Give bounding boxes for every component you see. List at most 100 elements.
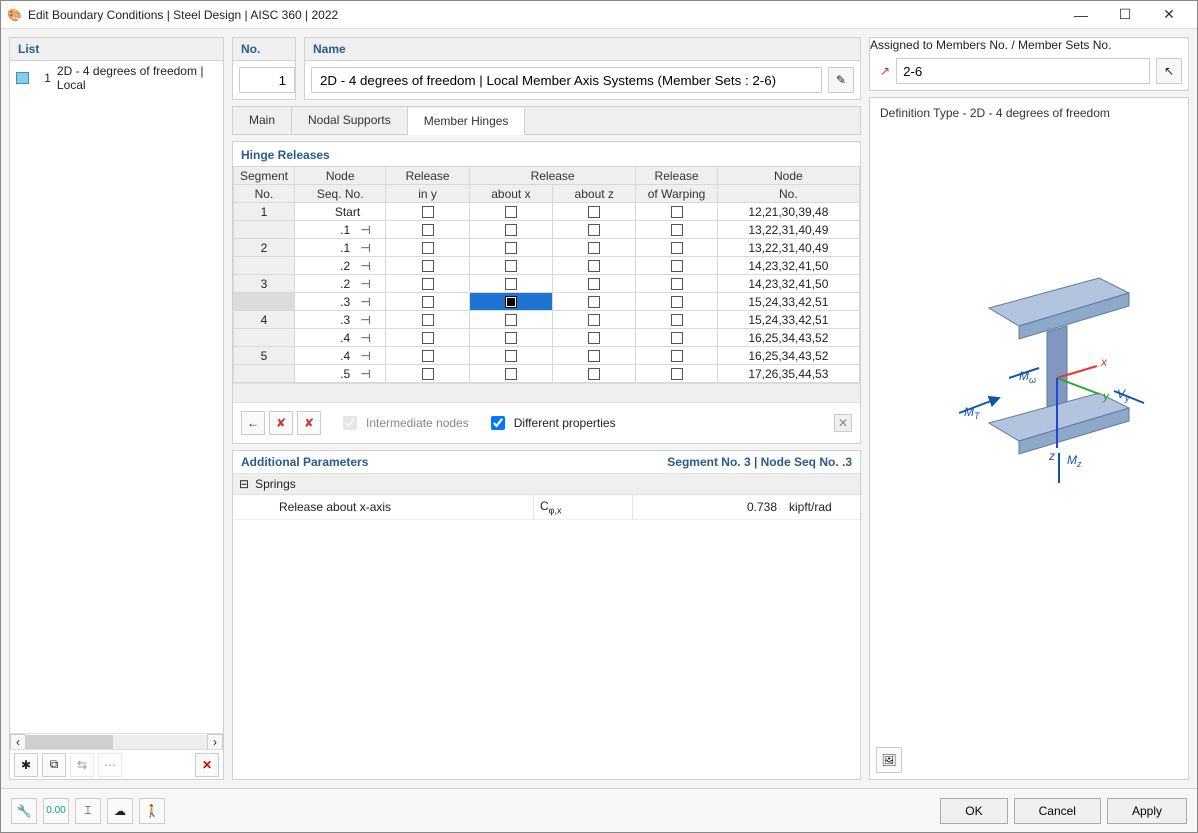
cell-release-about-z[interactable] [553,293,636,311]
cell-release-warp[interactable] [636,347,717,365]
cell-release-y[interactable] [386,257,469,275]
new-button[interactable]: ✱ [14,753,38,777]
delete-button[interactable]: ✕ [195,753,219,777]
tool-wrench-button[interactable]: 🔧 [11,798,37,824]
definition-header: Definition Type - 2D - 4 degrees of free… [870,98,1188,128]
cell-release-warp[interactable] [636,311,717,329]
cell-release-y[interactable] [386,239,469,257]
table-row[interactable]: 4.3⊣15,24,33,42,51 [234,311,860,329]
tool-section-button[interactable]: ⌶ [75,798,101,824]
cell-release-about-x[interactable] [469,275,552,293]
different-properties-check[interactable]: Different properties [487,413,616,433]
cancel-button[interactable]: Cancel [1014,798,1101,824]
cell-release-y[interactable] [386,221,469,239]
maximize-button[interactable]: ☐ [1103,1,1147,29]
cell-release-y[interactable] [386,203,469,221]
cell-release-about-z[interactable] [553,257,636,275]
cell-release-about-z[interactable] [553,275,636,293]
cell-release-y[interactable] [386,311,469,329]
table-row[interactable]: 1Start12,21,30,39,48 [234,203,860,221]
cell-release-warp[interactable] [636,239,717,257]
scroll-thumb[interactable] [26,735,113,749]
tab-nodal-supports[interactable]: Nodal Supports [292,107,408,134]
cell-release-y[interactable] [386,329,469,347]
cell-segment: 1 [234,203,295,221]
cell-release-y[interactable] [386,275,469,293]
copy-button[interactable]: ⧉ [42,753,66,777]
cell-release-warp[interactable] [636,365,717,383]
close-options-button[interactable]: ✕ [834,414,852,432]
tab-main[interactable]: Main [233,107,292,134]
cell-release-about-x[interactable] [469,203,552,221]
cell-segment [234,257,295,275]
cell-release-about-z[interactable] [553,347,636,365]
cell-release-about-x[interactable] [469,347,552,365]
cell-release-about-x[interactable] [469,293,552,311]
name-input[interactable] [311,67,822,93]
table-row[interactable]: 5.4⊣16,25,34,43,52 [234,347,860,365]
spring-row[interactable]: Release about x-axis Cφ,x 0.738 kipft/ra… [233,495,860,520]
col-segment-2: No. [234,185,295,203]
tab-member-hinges[interactable]: Member Hinges [408,108,526,135]
cell-release-warp[interactable] [636,293,717,311]
cell-release-about-x[interactable] [469,329,552,347]
cell-release-about-z[interactable] [553,221,636,239]
view-options-button[interactable]: 🖼 [876,747,902,773]
table-row[interactable]: .3⊣15,24,33,42,51 [234,293,860,311]
assigned-input[interactable] [896,58,1150,84]
clear2-button[interactable]: ✘ [297,411,321,435]
table-row[interactable]: .5⊣17,26,35,44,53 [234,365,860,383]
hinge-table[interactable]: Segment Node Release Release Release Nod… [233,166,860,383]
list-item[interactable]: 1 2D - 4 degrees of freedom | Local [10,61,223,95]
cell-release-about-z[interactable] [553,365,636,383]
no-input[interactable] [239,67,295,93]
edit-name-button[interactable]: ✎ [828,67,854,93]
tool-decimals-button[interactable]: 0.00 [43,798,69,824]
cell-release-about-x[interactable] [469,365,552,383]
cell-release-y[interactable] [386,365,469,383]
scroll-left-icon[interactable]: ‹ [10,734,26,750]
tool-cloud-button[interactable]: ☁ [107,798,133,824]
tool-walk-button[interactable]: 🚶 [139,798,165,824]
ok-button[interactable]: OK [940,798,1007,824]
intermediate-nodes-check[interactable]: Intermediate nodes [339,413,469,433]
table-row[interactable]: .1⊣13,22,31,40,49 [234,221,860,239]
cell-release-warp[interactable] [636,329,717,347]
minimize-button[interactable]: — [1059,1,1103,29]
table-row[interactable]: 2.1⊣13,22,31,40,49 [234,239,860,257]
arrow-left-button[interactable]: ← [241,411,265,435]
cell-release-about-z[interactable] [553,329,636,347]
tool4-button[interactable]: ⋯ [98,753,122,777]
collapse-icon[interactable]: ⊟ [239,477,249,491]
table-row[interactable]: .4⊣16,25,34,43,52 [234,329,860,347]
list-h-scroll[interactable]: ‹ › [10,733,223,749]
cell-release-about-z[interactable] [553,239,636,257]
cell-release-y[interactable] [386,293,469,311]
table-row[interactable]: 3.2⊣14,23,32,41,50 [234,275,860,293]
close-button[interactable]: ✕ [1147,1,1191,29]
cell-release-warp[interactable] [636,275,717,293]
cell-release-about-x[interactable] [469,311,552,329]
spring-value[interactable]: 0.738 [633,496,783,518]
cell-release-about-x[interactable] [469,221,552,239]
cell-release-about-z[interactable] [553,203,636,221]
cell-seq: .4⊣ [294,347,385,365]
scroll-track[interactable] [26,735,207,749]
cell-release-warp[interactable] [636,203,717,221]
list-area[interactable]: 1 2D - 4 degrees of freedom | Local [10,61,223,733]
different-properties-checkbox[interactable] [491,416,505,430]
apply-button[interactable]: Apply [1107,798,1187,824]
cell-release-warp[interactable] [636,257,717,275]
cell-node-no: 17,26,35,44,53 [717,365,859,383]
cell-release-warp[interactable] [636,221,717,239]
springs-header[interactable]: ⊟ Springs [233,474,860,495]
clear1-button[interactable]: ✘ [269,411,293,435]
pick-members-button[interactable]: ↖ [1156,58,1182,84]
table-row[interactable]: .2⊣14,23,32,41,50 [234,257,860,275]
tool3-button[interactable]: ⇆ [70,753,94,777]
cell-release-about-x[interactable] [469,257,552,275]
cell-release-about-z[interactable] [553,311,636,329]
cell-release-y[interactable] [386,347,469,365]
scroll-right-icon[interactable]: › [207,734,223,750]
cell-release-about-x[interactable] [469,239,552,257]
